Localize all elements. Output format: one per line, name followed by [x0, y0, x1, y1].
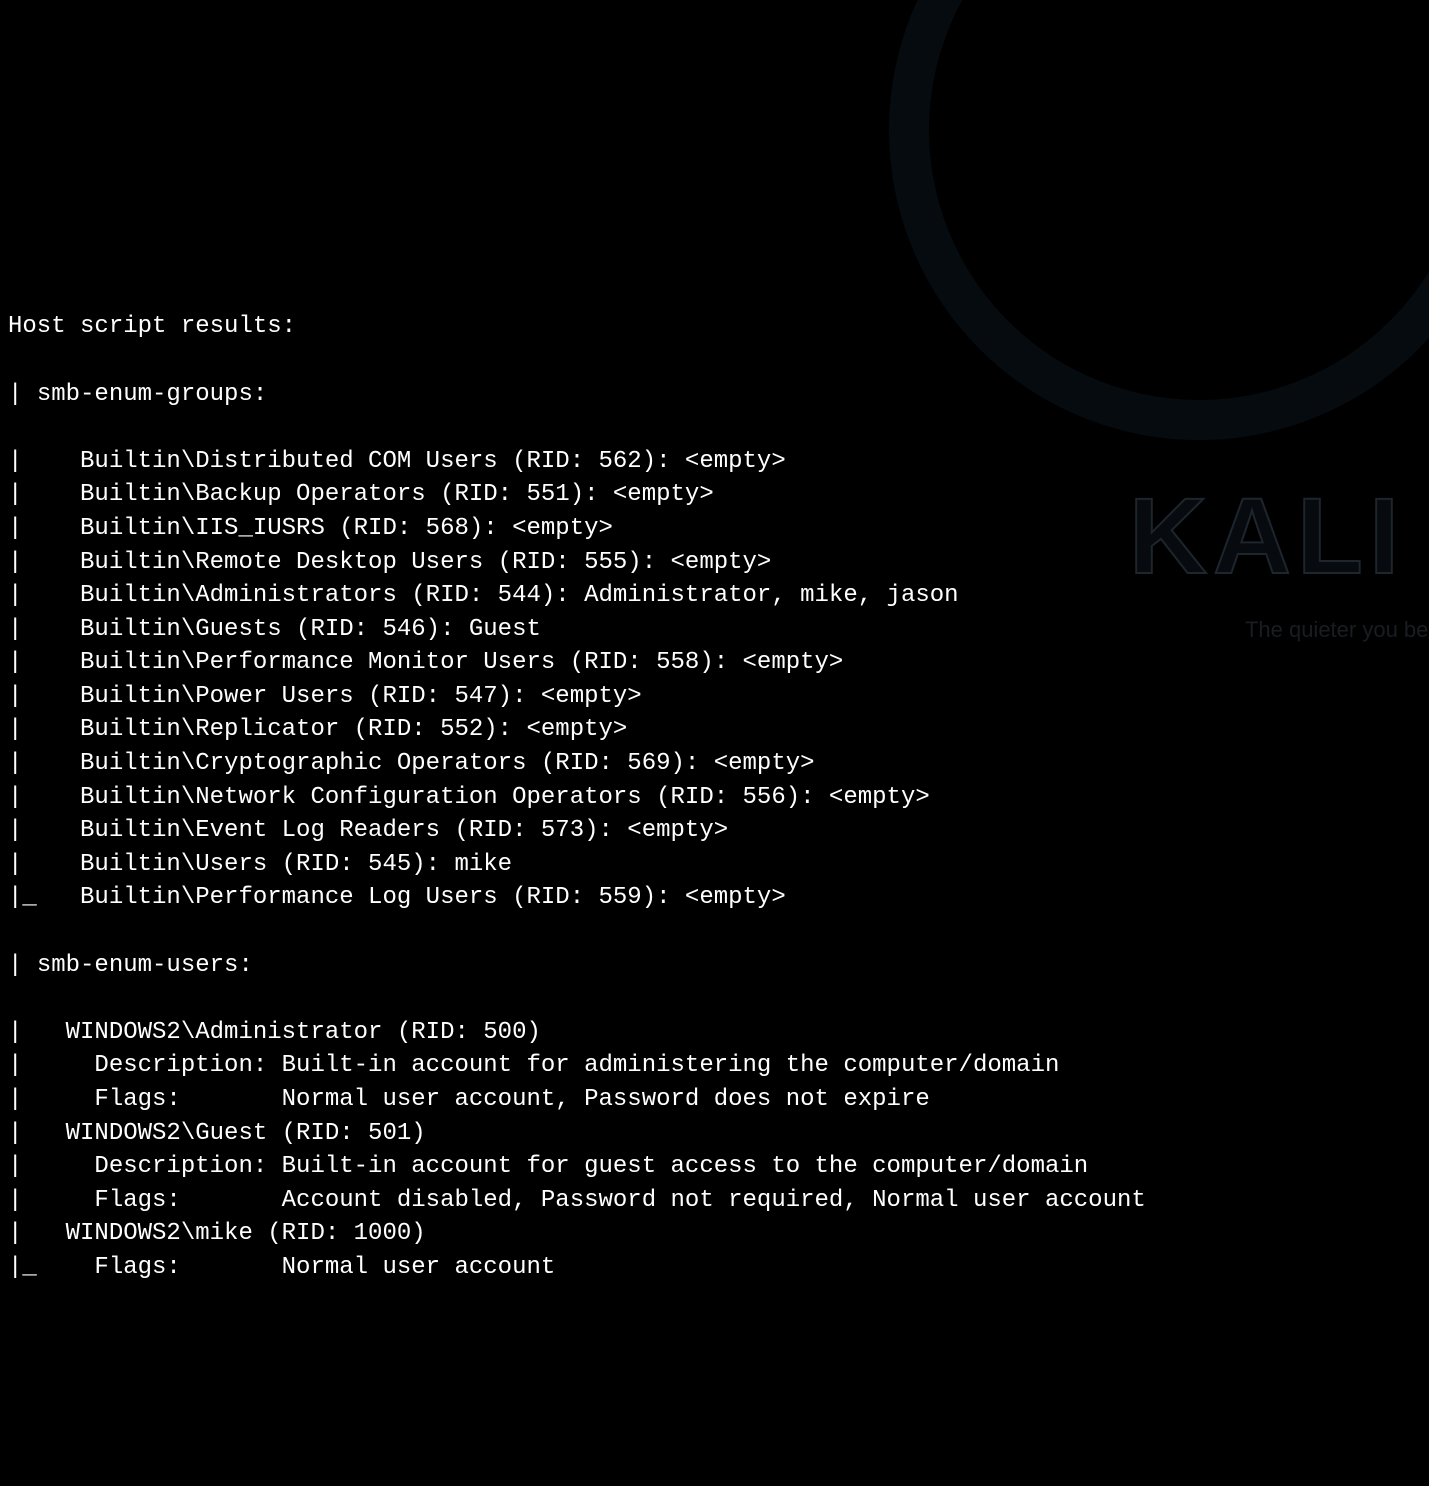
groups-title-line: | smb-enum-groups:: [8, 378, 1429, 412]
group-entry: | Builtin\Event Log Readers (RID: 573): …: [8, 814, 1429, 848]
user-entry-name: | WINDOWS2\Guest (RID: 501): [8, 1117, 1429, 1151]
user-entry-flags: | Flags: Account disabled, Password not …: [8, 1184, 1429, 1218]
group-entry: | Builtin\Replicator (RID: 552): <empty>: [8, 713, 1429, 747]
group-entry: | Builtin\Users (RID: 545): mike: [8, 848, 1429, 882]
group-entry: | Builtin\Network Configuration Operator…: [8, 781, 1429, 815]
group-entry: | Builtin\Guests (RID: 546): Guest: [8, 613, 1429, 647]
user-entry-description: | Description: Built-in account for admi…: [8, 1049, 1429, 1083]
group-entry: | Builtin\IIS_IUSRS (RID: 568): <empty>: [8, 512, 1429, 546]
user-entry-flags: | Flags: Normal user account, Password d…: [8, 1083, 1429, 1117]
group-entry: | Builtin\Distributed COM Users (RID: 56…: [8, 445, 1429, 479]
group-entry: | Builtin\Power Users (RID: 547): <empty…: [8, 680, 1429, 714]
group-entry: | Builtin\Administrators (RID: 544): Adm…: [8, 579, 1429, 613]
user-entry-flags: |_ Flags: Normal user account: [8, 1251, 1429, 1285]
group-entry: | Builtin\Remote Desktop Users (RID: 555…: [8, 546, 1429, 580]
group-entry: | Builtin\Performance Monitor Users (RID…: [8, 646, 1429, 680]
header-line: Host script results:: [8, 310, 1429, 344]
user-entry-description: | Description: Built-in account for gues…: [8, 1150, 1429, 1184]
users-title-line: | smb-enum-users:: [8, 949, 1429, 983]
user-entry-name: | WINDOWS2\mike (RID: 1000): [8, 1217, 1429, 1251]
group-entry: | Builtin\Backup Operators (RID: 551): <…: [8, 478, 1429, 512]
terminal-output: Host script results: | smb-enum-groups: …: [8, 277, 1429, 1318]
groups-title: smb-enum-groups:: [37, 381, 267, 408]
group-entry: |_ Builtin\Performance Log Users (RID: 5…: [8, 881, 1429, 915]
users-title: smb-enum-users:: [37, 952, 253, 979]
group-entry: | Builtin\Cryptographic Operators (RID: …: [8, 747, 1429, 781]
user-entry-name: | WINDOWS2\Administrator (RID: 500): [8, 1016, 1429, 1050]
